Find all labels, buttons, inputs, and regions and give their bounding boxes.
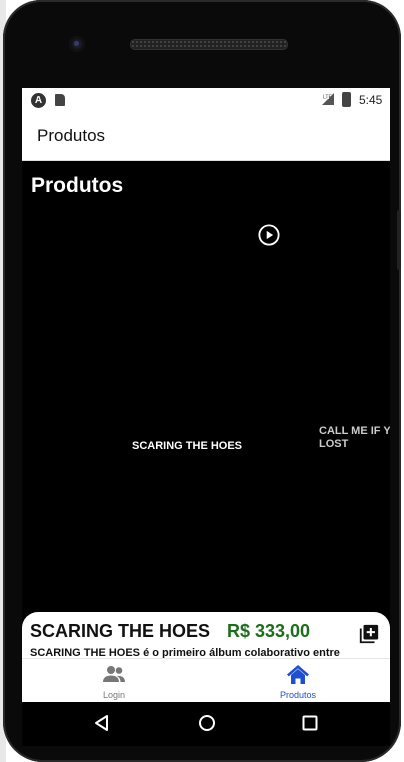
tab-login-label: Login xyxy=(102,690,126,700)
android-navigation-bar xyxy=(22,702,390,746)
product-sheet-content: SCARING THE HOES R$ 333,00 SCARING THE H… xyxy=(22,612,390,658)
svg-text:LTE: LTE xyxy=(323,95,332,101)
recents-icon[interactable] xyxy=(300,713,320,733)
carousel-item-title[interactable]: SCARING THE HOES xyxy=(132,440,242,452)
signal-icon: LTE xyxy=(322,93,334,105)
home-button-icon[interactable] xyxy=(197,713,217,733)
product-sheet: SCARING THE HOES R$ 333,00 SCARING THE H… xyxy=(22,612,390,702)
carousel-item-title-next[interactable]: CALL ME IF YO LOST xyxy=(319,425,390,451)
product-description: SCARING THE HOES é o primeiro álbum cola… xyxy=(30,647,340,658)
carousel-item-title-line: CALL ME IF YO xyxy=(319,425,390,437)
home-icon xyxy=(287,665,309,684)
volume-button xyxy=(397,210,401,270)
device-screen: A LTE 5:45 Produtos Produtos SCARING THE… xyxy=(22,88,390,702)
bottom-tab-bar: Login Produtos xyxy=(22,658,390,702)
app-bar: Produtos xyxy=(22,112,390,161)
product-name: SCARING THE HOES xyxy=(30,621,211,641)
front-camera xyxy=(69,36,85,52)
users-icon xyxy=(103,666,125,682)
back-icon[interactable] xyxy=(92,713,112,733)
app-bar-title: Produtos xyxy=(37,126,106,145)
launcher-notification-icon: A xyxy=(31,93,46,108)
sd-card-icon xyxy=(55,94,65,106)
earpiece-speaker xyxy=(130,39,288,50)
clock: 5:45 xyxy=(359,93,383,107)
product-price: R$ 333,00 xyxy=(227,621,311,641)
tab-login[interactable]: Login xyxy=(22,659,206,702)
page-title: Produtos xyxy=(31,174,124,197)
play-icon[interactable] xyxy=(258,224,280,246)
tab-produtos-label: Produtos xyxy=(279,690,317,700)
battery-icon xyxy=(342,92,351,107)
carousel-item-title-line: LOST xyxy=(319,438,349,450)
add-to-cart-icon[interactable] xyxy=(358,623,380,645)
tab-produtos[interactable]: Produtos xyxy=(206,659,390,702)
status-bar: A LTE 5:45 xyxy=(22,88,390,112)
